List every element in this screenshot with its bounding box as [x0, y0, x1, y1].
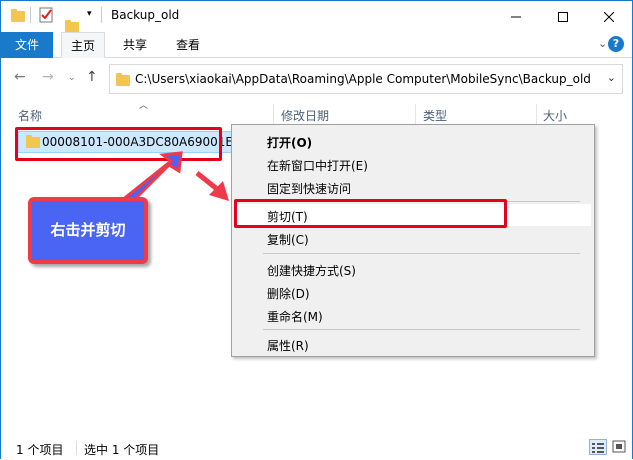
status-bar: 1 个项目 选中 1 个项目 — [1, 437, 632, 459]
menu-item-rename[interactable]: 重命名(M) — [267, 308, 323, 325]
maximize-icon[interactable] — [540, 1, 586, 32]
expand-ribbon-icon[interactable]: ⌄ — [598, 37, 607, 50]
ribbon-tabs: 文件 主页 共享 查看 ⌄ ? — [1, 32, 632, 58]
explorer-window: ▾ Backup_old 文件 主页 共享 查看 ⌄ ? ← → ⌄ ↑ C:\… — [0, 0, 633, 459]
column-divider[interactable] — [536, 104, 537, 126]
address-dropdown-icon[interactable]: ⌄ — [607, 71, 616, 84]
menu-item-delete[interactable]: 删除(D) — [267, 285, 310, 302]
details-view-icon[interactable] — [589, 439, 607, 455]
column-divider[interactable] — [415, 104, 416, 126]
callout-text: 右击并剪切 — [50, 221, 126, 239]
sort-ascending-icon: ︿ — [139, 101, 149, 111]
column-type[interactable]: 类型 — [423, 107, 447, 124]
tab-home[interactable]: 主页 — [61, 32, 105, 58]
address-folder-icon — [116, 73, 130, 86]
menu-item-copy[interactable]: 复制(C) — [267, 231, 309, 248]
column-divider[interactable] — [273, 104, 274, 126]
cut-highlight-box — [234, 199, 507, 228]
file-highlight-box — [15, 127, 222, 161]
tab-share[interactable]: 共享 — [113, 32, 157, 58]
address-path: C:\Users\xiaokai\AppData\Roaming\Apple C… — [135, 72, 591, 86]
menu-item-properties[interactable]: 属性(R) — [267, 337, 309, 354]
menu-separator — [263, 253, 580, 254]
item-count: 1 个项目 — [16, 443, 64, 457]
column-size[interactable]: 大小 — [543, 107, 567, 124]
title-divider — [101, 7, 102, 23]
address-bar[interactable]: C:\Users\xiaokai\AppData\Roaming\Apple C… — [109, 64, 623, 94]
up-icon[interactable]: ↑ — [86, 69, 98, 85]
menu-item-create-shortcut[interactable]: 创建快捷方式(S) — [267, 262, 356, 279]
menu-item-pin-quick-access[interactable]: 固定到快速访问 — [267, 180, 351, 197]
title-bar: ▾ Backup_old — [1, 1, 632, 33]
dropdown-icon[interactable]: ▾ — [87, 9, 92, 19]
status-divider — [76, 441, 77, 455]
column-name[interactable]: 名称 — [18, 107, 42, 124]
tab-file[interactable]: 文件 — [1, 32, 53, 58]
toolbar-divider — [30, 7, 31, 23]
menu-separator — [263, 329, 580, 330]
menu-item-open[interactable]: 打开(O) — [267, 134, 312, 151]
forward-icon[interactable]: → — [42, 69, 54, 85]
column-headers: ︿ 名称 修改日期 类型 大小 — [1, 101, 632, 126]
column-date-modified[interactable]: 修改日期 — [281, 107, 329, 124]
selected-count: 选中 1 个项目 — [84, 443, 160, 457]
arrow-shaft — [195, 171, 219, 191]
tab-view[interactable]: 查看 — [166, 32, 210, 58]
context-menu: 打开(O) 在新窗口中打开(E) 固定到快速访问 剪切(T) 复制(C) 创建快… — [231, 124, 595, 357]
callout-box: 右击并剪切 — [28, 197, 148, 264]
close-icon[interactable] — [586, 1, 632, 32]
recent-locations-icon[interactable]: ⌄ — [68, 73, 76, 83]
menu-item-open-new-window[interactable]: 在新窗口中打开(E) — [267, 157, 368, 174]
large-icons-view-icon[interactable] — [611, 439, 629, 455]
minimize-icon[interactable] — [493, 1, 539, 32]
arrow-head — [209, 181, 229, 201]
folder-icon — [11, 9, 25, 22]
help-icon[interactable]: ? — [608, 36, 624, 52]
properties-icon[interactable] — [39, 7, 53, 23]
back-icon[interactable]: ← — [14, 69, 26, 85]
window-title: Backup_old — [111, 8, 180, 22]
